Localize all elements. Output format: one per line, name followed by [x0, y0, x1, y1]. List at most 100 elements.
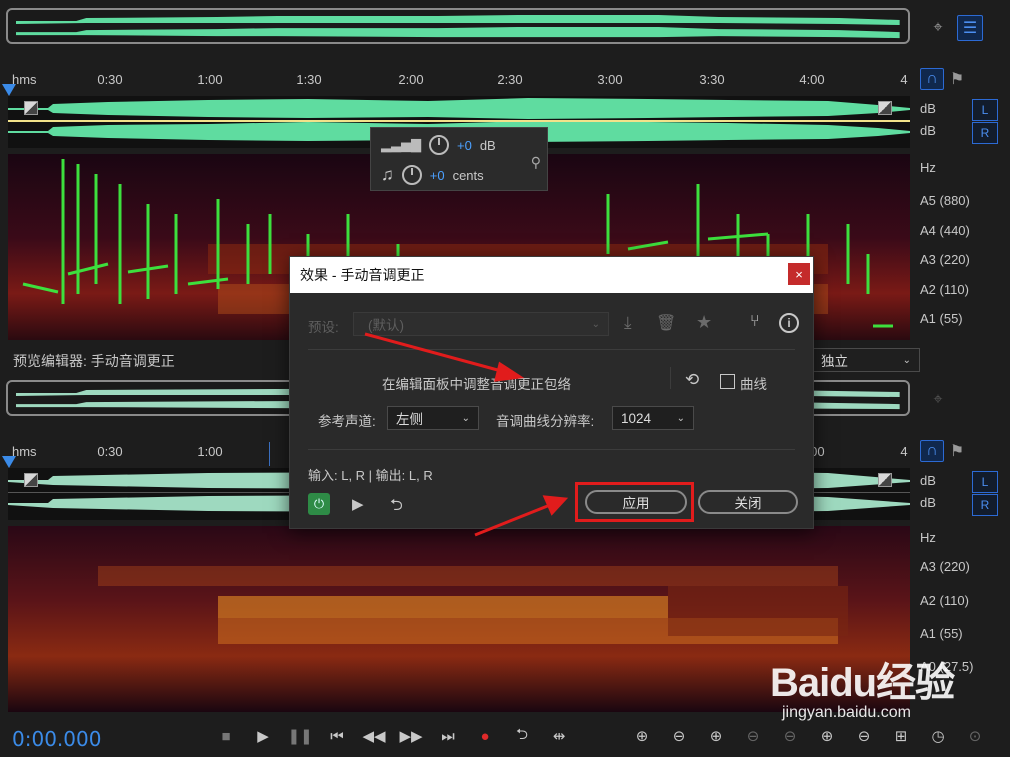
ruler-tick: 3:00 — [597, 72, 623, 87]
zoom-fit-icon[interactable]: ⊞ — [889, 724, 913, 748]
zoom-in-amplitude-icon[interactable]: ⊕ — [630, 724, 654, 748]
ruler-tick: 2:30 — [497, 72, 523, 87]
ref-channel-value: 左侧 — [396, 412, 423, 427]
curve-checkbox[interactable] — [720, 374, 735, 389]
hud-gain-value[interactable]: +0 — [457, 138, 472, 153]
record-icon[interactable]: ● — [473, 724, 497, 748]
level-bars-icon: ▂▃▅▇ — [381, 137, 421, 152]
ruler-tick: 0:30 — [97, 444, 123, 459]
ruler-tick: 4:00 — [799, 72, 825, 87]
cursor-line — [269, 442, 270, 466]
skip-to-start-icon[interactable]: ⏮ — [325, 724, 349, 748]
loop-icon[interactable]: ⮌ — [390, 494, 403, 521]
io-routing-text: 输入: L, R | 输出: L, R — [308, 468, 433, 483]
hud-cents-value[interactable]: +0 — [430, 168, 445, 183]
right-channel-toggle[interactable]: R — [972, 494, 998, 516]
apply-highlight-box — [575, 482, 694, 522]
power-toggle-icon[interactable]: ⏻ — [308, 493, 330, 515]
gain-envelope-line[interactable] — [8, 120, 910, 122]
timer-icon[interactable]: ◷ — [926, 724, 950, 748]
ruler-tick: 4 — [900, 444, 908, 459]
watermark-brand: Baidu经验 — [770, 661, 955, 705]
ruler-tick: 1:00 — [197, 444, 223, 459]
spectral-view-icon[interactable]: ☰ — [957, 15, 983, 41]
preview-mode-value: 独立 — [821, 354, 848, 369]
db-label-left-channel: dB — [920, 473, 936, 488]
gain-knob[interactable] — [429, 135, 449, 155]
preset-dropdown[interactable]: (默认) ⌄ — [353, 312, 609, 336]
hz-label: A3 (220) — [920, 252, 970, 267]
chevron-down-icon: ⌄ — [461, 412, 470, 424]
close-button[interactable]: 关闭 — [698, 490, 798, 514]
baidu-watermark: Baidu经验 jingyan.baidu.com — [770, 650, 955, 722]
right-channel-toggle[interactable]: R — [972, 122, 998, 144]
headphones-icon[interactable]: ∩ — [920, 68, 944, 90]
ruler-tick: 1:00 — [197, 72, 223, 87]
left-channel-toggle[interactable]: L — [972, 471, 998, 493]
routing-icon[interactable]: ⑂ — [750, 313, 760, 331]
preset-label: 预设: — [308, 320, 339, 335]
fade-in-handle[interactable] — [24, 101, 38, 115]
fade-out-handle[interactable] — [878, 473, 892, 487]
playhead-marker[interactable] — [2, 84, 16, 96]
skip-selection-icon[interactable]: ⇹ — [547, 724, 571, 748]
hz-label: A5 (880) — [920, 193, 970, 208]
dialog-close-button[interactable]: × — [788, 263, 810, 285]
pause-icon[interactable]: ❚❚ — [287, 724, 312, 748]
zoom-to-selection-icon[interactable]: ⌖ — [925, 15, 951, 41]
delete-preset-icon[interactable]: 🗑 — [656, 313, 676, 333]
download-preset-icon[interactable]: ⤓ — [624, 313, 632, 333]
hz-label: A1 (55) — [920, 626, 963, 641]
rewind-icon[interactable]: ◀◀ — [362, 724, 386, 748]
left-channel-toggle[interactable]: L — [972, 99, 998, 121]
reset-icon[interactable]: ⟲ — [685, 370, 699, 390]
zoom-out-full-icon[interactable]: ⊖ — [741, 724, 765, 748]
headphones-icon[interactable]: ∩ — [920, 440, 944, 462]
db-label-right-channel: dB — [920, 123, 936, 138]
fast-forward-icon[interactable]: ▶▶ — [399, 724, 423, 748]
hz-label: A2 (110) — [920, 282, 969, 297]
stop-icon[interactable]: ■ — [214, 724, 238, 748]
zoom-to-selection-icon[interactable]: ⌖ — [925, 387, 951, 413]
preset-value: (默认) — [368, 318, 404, 333]
zoom-out-amplitude-icon[interactable]: ⊖ — [667, 724, 691, 748]
curve-label: 曲线 — [740, 377, 767, 392]
skip-to-end-icon[interactable]: ⏭ — [436, 724, 460, 748]
chevron-down-icon: ⌄ — [676, 412, 685, 424]
favorite-star-icon[interactable]: ★ — [696, 312, 712, 333]
info-icon[interactable]: i — [779, 313, 799, 333]
resolution-dropdown[interactable]: 1024 ⌄ — [612, 406, 694, 430]
hud-cents-unit: cents — [452, 167, 484, 183]
fade-in-handle[interactable] — [24, 473, 38, 487]
pin-icon[interactable]: ⚲ — [531, 154, 541, 171]
zoom-out-icon[interactable]: ⊖ — [852, 724, 876, 748]
preview-mode-dropdown[interactable]: 独立 ⌄ — [812, 348, 920, 372]
hz-label: A1 (55) — [920, 311, 963, 326]
zoom-reset-icon[interactable]: ⊙ — [963, 724, 987, 748]
marker-pin-icon[interactable]: ⚑ — [948, 440, 966, 462]
db-label-right-channel: dB — [920, 495, 936, 510]
play-icon[interactable]: ▶ — [251, 724, 275, 748]
resolution-value: 1024 — [621, 410, 652, 426]
divider — [308, 449, 795, 450]
chevron-down-icon: ⌄ — [591, 318, 600, 330]
preview-play-icon[interactable]: ▶ — [352, 495, 364, 513]
preview-editor-label: 预览编辑器: 手动音调更正 — [13, 353, 175, 369]
dialog-titlebar[interactable]: 效果 - 手动音调更正 × — [290, 257, 813, 293]
pitch-knob[interactable] — [401, 165, 422, 185]
zoom-in-icon[interactable]: ⊕ — [815, 724, 839, 748]
vertical-separator — [670, 367, 671, 389]
time-display[interactable]: 0:00.000 — [12, 727, 101, 751]
marker-pin-icon[interactable]: ⚑ — [948, 68, 966, 90]
playhead-marker[interactable] — [2, 456, 16, 468]
top-overview-waveform[interactable] — [6, 8, 910, 44]
ref-channel-dropdown[interactable]: 左侧 ⌄ — [387, 406, 479, 430]
time-ruler-top[interactable]: hms 0:30 1:00 1:30 2:00 2:30 3:00 3:30 4… — [8, 68, 910, 96]
fade-out-handle[interactable] — [878, 101, 892, 115]
zoom-selection-icon[interactable]: ⊖ — [778, 724, 802, 748]
zoom-in-time-icon[interactable]: ⊕ — [704, 724, 728, 748]
manual-pitch-correction-dialog[interactable]: 效果 - 手动音调更正 × 预设: (默认) ⌄ ⤓ 🗑 ★ ⑂ i 在编辑面板… — [289, 256, 814, 529]
ruler-tick: 1:30 — [296, 72, 322, 87]
pitch-hud-panel[interactable]: ▂▃▅▇ +0 dB ♫ +0 cents ⚲ — [370, 127, 548, 191]
loop-playback-icon[interactable]: ⮌ — [510, 724, 534, 748]
